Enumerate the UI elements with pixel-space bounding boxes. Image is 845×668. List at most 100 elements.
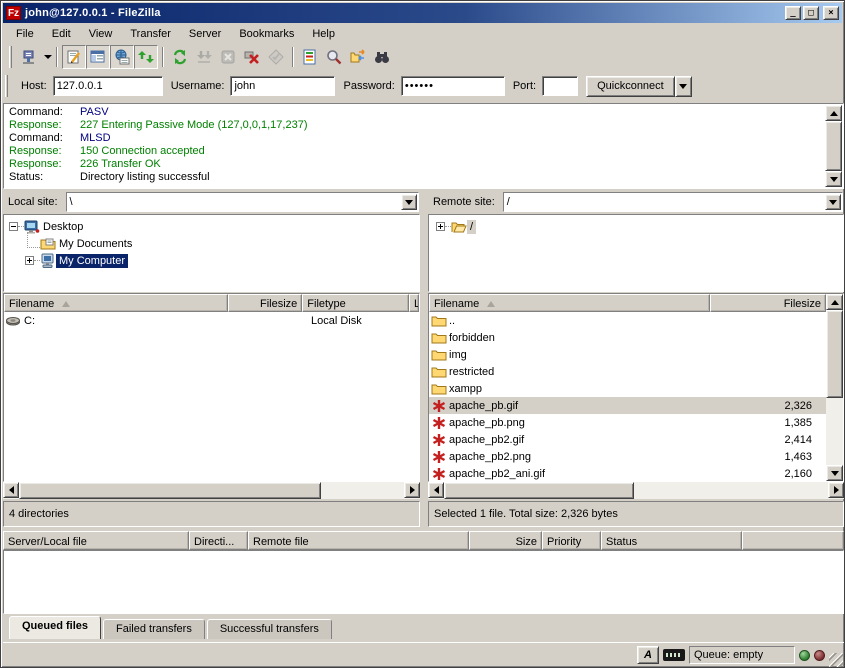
log-line: Response:150 Connection accepted	[6, 145, 823, 158]
local-site-combo[interactable]: \	[66, 192, 419, 212]
column-filename[interactable]: Filename	[4, 294, 228, 312]
datatype-indicator-icon[interactable]: A	[637, 646, 659, 664]
scroll-right-button[interactable]	[404, 482, 420, 498]
remote-site-combo[interactable]: /	[503, 192, 843, 212]
tab-successful-transfers[interactable]: Successful transfers	[207, 619, 332, 639]
tree-item-root[interactable]: /	[429, 218, 843, 235]
tree-label-selected[interactable]: My Computer	[56, 254, 128, 268]
toggle-local-tree-button[interactable]	[86, 45, 110, 69]
file-row[interactable]: forbidden	[429, 329, 826, 346]
menu-bookmarks[interactable]: Bookmarks	[230, 26, 303, 42]
column-filler	[742, 531, 844, 550]
host-input[interactable]	[53, 76, 163, 96]
site-manager-button[interactable]	[17, 45, 41, 69]
scroll-left-button[interactable]	[3, 482, 19, 498]
combo-dropdown-button[interactable]	[825, 194, 841, 210]
site-manager-dropdown[interactable]	[44, 55, 52, 59]
menu-view[interactable]: View	[80, 26, 122, 42]
maximize-button[interactable]: □	[803, 6, 819, 20]
folder-icon	[431, 381, 447, 397]
column-last-modified[interactable]: L	[409, 294, 419, 312]
scroll-right-button[interactable]	[828, 482, 844, 498]
tree-label[interactable]: My Documents	[56, 237, 135, 251]
cancel-transfer-button[interactable]	[216, 45, 240, 69]
remote-list-scrollbar[interactable]	[826, 294, 843, 481]
column-filesize[interactable]: Filesize	[228, 294, 302, 312]
column-status[interactable]: Status	[601, 531, 742, 550]
synchronized-browsing-button[interactable]	[370, 45, 394, 69]
tree-item-desktop[interactable]: Desktop	[4, 218, 419, 235]
scroll-thumb[interactable]	[825, 121, 842, 171]
menu-server[interactable]: Server	[180, 26, 230, 42]
toggle-queue-button[interactable]	[134, 45, 158, 69]
resize-grip[interactable]	[829, 653, 843, 667]
column-size[interactable]: Size	[469, 531, 542, 550]
minimize-button[interactable]: _	[785, 6, 801, 20]
port-input[interactable]	[542, 76, 578, 96]
scroll-thumb[interactable]	[19, 482, 321, 499]
column-direction[interactable]: Directi...	[189, 531, 248, 550]
toggle-message-log-button[interactable]	[62, 45, 86, 69]
menu-help[interactable]: Help	[303, 26, 344, 42]
file-row[interactable]: xampp	[429, 380, 826, 397]
file-row[interactable]: apache_pb2.gif 2,414	[429, 431, 826, 448]
menu-edit[interactable]: Edit	[43, 26, 80, 42]
disconnect-button[interactable]	[240, 45, 264, 69]
expand-icon[interactable]	[25, 256, 34, 265]
search-icon	[326, 49, 342, 65]
filter-button[interactable]	[298, 45, 322, 69]
tab-failed-transfers[interactable]: Failed transfers	[103, 619, 205, 639]
scroll-thumb[interactable]	[826, 310, 843, 398]
refresh-button[interactable]	[168, 45, 192, 69]
column-server-local-file[interactable]: Server/Local file	[3, 531, 189, 550]
menu-transfer[interactable]: Transfer	[121, 26, 180, 42]
scroll-down-button[interactable]	[826, 465, 843, 481]
close-button[interactable]: ×	[823, 6, 839, 20]
tab-queued-files[interactable]: Queued files	[9, 616, 101, 639]
column-filetype[interactable]: Filetype	[302, 294, 409, 312]
file-row[interactable]: img	[429, 346, 826, 363]
find-files-button[interactable]	[322, 45, 346, 69]
username-input[interactable]	[230, 76, 335, 96]
log-scrollbar[interactable]	[825, 105, 842, 187]
scroll-down-button[interactable]	[825, 171, 842, 187]
menu-file[interactable]: File	[7, 26, 43, 42]
expand-icon[interactable]	[436, 222, 445, 231]
directory-comparison-button[interactable]	[346, 45, 370, 69]
speedlimit-indicator-icon[interactable]	[663, 649, 685, 661]
quickconnect-dropdown[interactable]	[675, 76, 692, 97]
file-row-selected[interactable]: apache_pb.gif 2,326	[429, 397, 826, 414]
scroll-thumb[interactable]	[444, 482, 634, 499]
titlebar[interactable]: Fz john@127.0.0.1 - FileZilla _ □ ×	[3, 3, 842, 23]
column-remote-file[interactable]: Remote file	[248, 531, 469, 550]
toggle-remote-tree-button[interactable]	[110, 45, 134, 69]
quickbar-grip[interactable]	[5, 75, 8, 97]
column-filesize[interactable]: Filesize	[710, 294, 826, 312]
file-row[interactable]: restricted	[429, 363, 826, 380]
scroll-up-button[interactable]	[826, 294, 843, 310]
toolbar-grip[interactable]	[9, 46, 12, 68]
tree-label[interactable]: Desktop	[40, 220, 86, 234]
quickconnect-button[interactable]: Quickconnect	[586, 76, 675, 97]
column-priority[interactable]: Priority	[542, 531, 601, 550]
local-hscrollbar[interactable]	[3, 482, 420, 499]
combo-dropdown-button[interactable]	[401, 194, 417, 210]
remote-hscrollbar[interactable]	[428, 482, 844, 499]
collapse-icon[interactable]	[9, 222, 18, 231]
reconnect-button[interactable]	[264, 45, 288, 69]
file-row[interactable]: apache_pb.png 1,385	[429, 414, 826, 431]
password-input[interactable]	[401, 76, 505, 96]
scroll-left-button[interactable]	[428, 482, 444, 498]
queue-list[interactable]	[3, 550, 844, 614]
column-filename[interactable]: Filename	[429, 294, 710, 312]
tree-label[interactable]: /	[467, 220, 476, 234]
file-row[interactable]: apache_pb2.png 1,463	[429, 448, 826, 465]
tree-item-my-computer[interactable]: My Computer	[4, 252, 419, 269]
scroll-up-button[interactable]	[825, 105, 842, 121]
file-row[interactable]: apache_pb2_ani.gif 2,160	[429, 465, 826, 482]
file-row-c-drive[interactable]: C: Local Disk	[4, 312, 419, 329]
file-row[interactable]: ..	[429, 312, 826, 329]
quickconnect-bar: Host: Username: Password: Port: Quickcon…	[3, 71, 842, 101]
process-queue-button[interactable]	[192, 45, 216, 69]
tree-item-my-documents[interactable]: My Documents	[4, 235, 419, 252]
